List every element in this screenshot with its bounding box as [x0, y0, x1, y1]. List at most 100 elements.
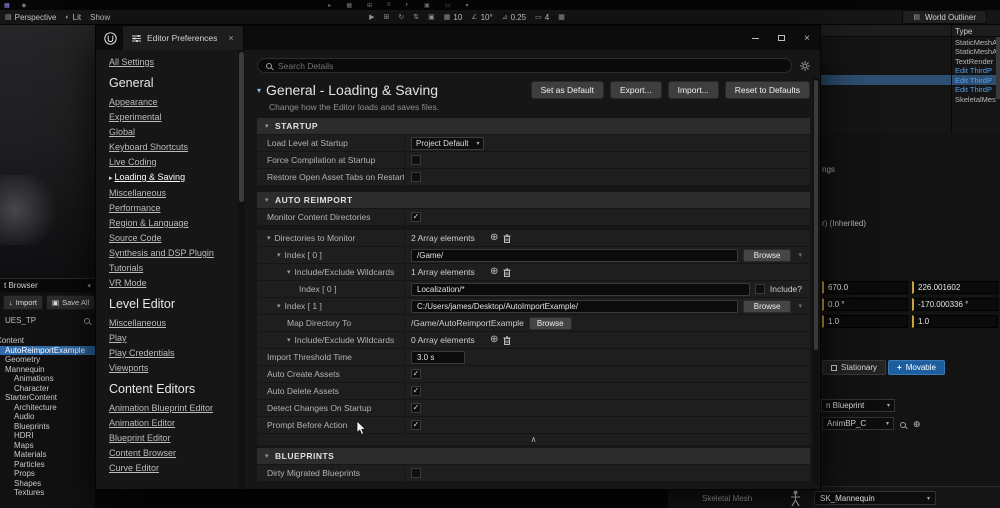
tree-item[interactable]: Audio: [0, 412, 95, 422]
outliner-row-selected[interactable]: Edit ThirdP: [821, 75, 1000, 85]
show-button[interactable]: Show: [90, 13, 110, 22]
nav-item[interactable]: Animation Editor: [109, 419, 236, 428]
empty-array-icon[interactable]: [503, 268, 511, 277]
nav-item[interactable]: Global: [109, 128, 236, 137]
rotation-snap-control[interactable]: ∠10°: [471, 13, 492, 22]
nav-item[interactable]: Keyboard Shortcuts: [109, 143, 236, 152]
tree-item[interactable]: HDRI: [0, 431, 95, 441]
transform-field[interactable]: 226.001602: [912, 281, 998, 294]
select-icon[interactable]: ▶: [369, 13, 374, 21]
force-compilation-checkbox[interactable]: [411, 155, 421, 165]
tree-item-selected[interactable]: AutoReimportExample: [0, 346, 95, 356]
detect-changes-checkbox[interactable]: ✓: [411, 403, 421, 413]
chevron-down-icon[interactable]: ▾: [277, 302, 281, 310]
nav-item[interactable]: Live Coding: [109, 158, 236, 167]
transform-field[interactable]: 670.0: [822, 281, 908, 294]
nav-all-settings[interactable]: All Settings: [109, 58, 236, 67]
menubar-icon[interactable]: ▭: [445, 2, 451, 9]
browse-to-asset-icon[interactable]: [900, 422, 906, 428]
chevron-down-icon[interactable]: ▾: [287, 268, 291, 276]
scale-snap-control[interactable]: ⊿0.25: [502, 13, 526, 22]
include-checkbox[interactable]: [755, 284, 765, 294]
anim-class-dropdown[interactable]: AnimBP_C▾: [822, 417, 894, 430]
nav-item[interactable]: Animation Blueprint Editor: [109, 404, 236, 413]
use-selected-icon[interactable]: ⊕: [913, 419, 921, 430]
maximize-button[interactable]: [768, 26, 794, 50]
nav-item[interactable]: Content Browser: [109, 449, 236, 458]
menubar-icon[interactable]: ▸: [328, 2, 331, 9]
prompt-before-action-checkbox[interactable]: ✓: [411, 420, 421, 430]
auto-delete-checkbox[interactable]: ✓: [411, 386, 421, 396]
movable-button[interactable]: +Movable: [888, 360, 945, 375]
search-details-box[interactable]: [257, 58, 792, 73]
chevron-down-icon[interactable]: ▾: [277, 251, 281, 259]
tree-item[interactable]: Character: [0, 384, 95, 394]
editor-preferences-tab[interactable]: Editor Preferences ×: [123, 26, 244, 50]
menubar-icon[interactable]: ◐: [406, 2, 410, 9]
export-button[interactable]: Export...: [610, 81, 662, 99]
outliner-row[interactable]: TextRender: [821, 56, 1000, 66]
outliner-row[interactable]: SkeletalMes: [821, 95, 1000, 105]
nav-item[interactable]: Miscellaneous: [109, 319, 236, 328]
wildcard-input[interactable]: Localization/*: [411, 283, 750, 296]
nav-item[interactable]: Viewports: [109, 364, 236, 373]
import-button[interactable]: Import...: [668, 81, 719, 99]
content-browser-filter[interactable]: UES_TP: [0, 313, 95, 328]
world-local-icon[interactable]: ▣: [428, 13, 435, 21]
import-threshold-input[interactable]: 3.0 s: [411, 351, 465, 364]
load-level-dropdown[interactable]: Project Default▾: [411, 137, 484, 150]
auto-create-checkbox[interactable]: ✓: [411, 369, 421, 379]
tree-item[interactable]: Materials: [0, 450, 95, 460]
nav-item[interactable]: Performance: [109, 204, 236, 213]
category-startup[interactable]: ▾STARTUP: [257, 118, 810, 135]
tree-item[interactable]: Geometry: [0, 355, 95, 365]
nav-item[interactable]: Blueprint Editor: [109, 434, 236, 443]
add-element-icon[interactable]: ⊕: [490, 335, 498, 345]
directory-path-input[interactable]: C:/Users/james/Desktop/AutoImportExample…: [411, 300, 738, 313]
tree-item[interactable]: Maps: [0, 441, 95, 451]
nav-item[interactable]: Synthesis and DSP Plugin: [109, 249, 236, 258]
transform-field[interactable]: 1.0: [912, 315, 998, 328]
add-element-icon[interactable]: ⊕: [490, 233, 498, 243]
monitor-directories-checkbox[interactable]: ✓: [411, 212, 421, 222]
viewport-3d[interactable]: [0, 25, 95, 278]
search-input[interactable]: [278, 61, 783, 71]
tree-item[interactable]: Shapes: [0, 479, 95, 489]
browse-button[interactable]: Browse: [743, 249, 792, 262]
nav-item[interactable]: Experimental: [109, 113, 236, 122]
dirty-migrated-checkbox[interactable]: [411, 468, 421, 478]
nav-item-loading-saving[interactable]: ▸Loading & Saving: [109, 173, 236, 183]
nav-scrollbar-thumb[interactable]: [239, 52, 244, 202]
minimize-button[interactable]: [742, 26, 768, 50]
transform-field[interactable]: -170.000336 °: [912, 298, 998, 311]
stationary-button[interactable]: Stationary: [822, 360, 886, 375]
empty-array-icon[interactable]: [503, 336, 511, 345]
element-options-icon[interactable]: ▾: [798, 251, 802, 259]
outliner-row[interactable]: StaticMeshA: [821, 47, 1000, 57]
nav-item[interactable]: VR Mode: [109, 279, 236, 288]
anim-mode-dropdown[interactable]: n Blueprint▾: [821, 399, 895, 412]
window-title-bar[interactable]: Editor Preferences × ×: [96, 26, 820, 50]
import-button[interactable]: ↓Import: [3, 295, 43, 310]
outliner-row[interactable]: Edit ThirdP: [821, 66, 1000, 76]
nav-item[interactable]: Play: [109, 334, 236, 343]
tree-item[interactable]: Blueprints: [0, 422, 95, 432]
tree-item[interactable]: Content: [0, 336, 95, 346]
engine-icon[interactable]: ▦: [4, 2, 10, 9]
tree-item[interactable]: StarterContent: [0, 393, 95, 403]
outliner-scrollbar[interactable]: [996, 37, 1000, 99]
tree-item[interactable]: Mannequin: [0, 365, 95, 375]
tree-item[interactable]: Architecture: [0, 403, 95, 413]
category-auto-reimport[interactable]: ▾AUTO REIMPORT: [257, 192, 810, 209]
chevron-down-icon[interactable]: ▾: [267, 234, 271, 242]
maximize-viewport-icon[interactable]: ▦: [558, 13, 565, 21]
nav-item[interactable]: Play Credentials: [109, 349, 236, 358]
map-directory-value[interactable]: /Game/AutoReimportExample: [411, 318, 524, 328]
tab-close-icon[interactable]: ×: [228, 33, 233, 43]
chevron-down-icon[interactable]: ▾: [287, 336, 291, 344]
nav-item[interactable]: Curve Editor: [109, 464, 236, 473]
menubar-icon[interactable]: ▦: [346, 2, 352, 9]
save-all-button[interactable]: ▣Save All: [46, 295, 95, 310]
content-browser-tab[interactable]: t Browser▾: [0, 279, 95, 292]
restore-tabs-checkbox[interactable]: [411, 172, 421, 182]
